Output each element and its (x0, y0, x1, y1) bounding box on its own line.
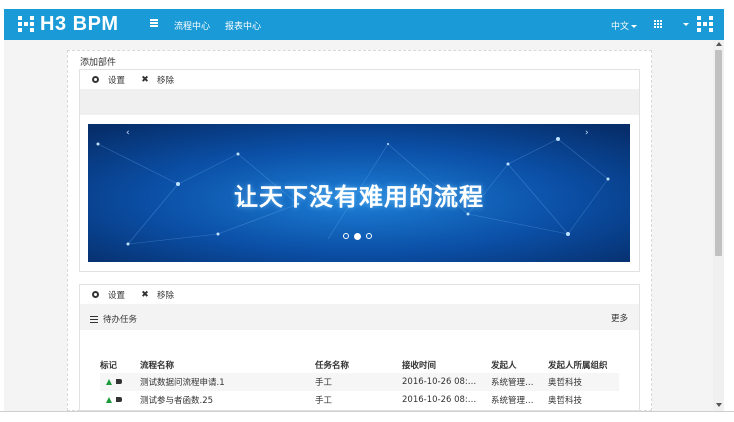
table-cell: 2016-10-26 08:… (402, 373, 491, 391)
column-header: 标记 (100, 360, 118, 371)
todo-header: 待办任务 更多 (80, 304, 639, 330)
gear-icon (92, 291, 99, 298)
horn-icon (116, 397, 122, 402)
column-header: 接收时间 (402, 360, 437, 371)
table-header-row: 标记 流程名称 任务名称 接收时间 发起人 发起人所属组织 (100, 356, 619, 373)
apps-grid-icon[interactable] (654, 20, 662, 28)
logo[interactable]: H3 BPM (18, 12, 119, 35)
table-cell[interactable]: 测试数据问流程申请.1 (140, 373, 315, 391)
top-navbar: H3 BPM 流程中心 报表中心 中文 (4, 9, 724, 40)
carousel-dot-active[interactable] (354, 233, 361, 240)
flag-cell (100, 391, 140, 409)
chevron-down-icon[interactable] (683, 23, 689, 26)
column-header: 发起人所属组织 (548, 360, 608, 371)
banner-slogan: 让天下没有难用的流程 (234, 183, 484, 211)
more-link[interactable]: 更多 (611, 312, 628, 324)
table-row[interactable]: 测试参与者函数.25 手工 2016-10-26 08:… 系统管理… 奥哲科技 (100, 391, 619, 409)
user-icon[interactable] (697, 16, 713, 32)
carousel-dot[interactable] (366, 233, 372, 239)
settings-button[interactable]: 设置 (92, 289, 125, 301)
remove-label: 移除 (157, 75, 175, 86)
flag-cell (100, 373, 140, 391)
table-cell: 奥哲科技 (548, 396, 583, 406)
language-label: 中文 (611, 22, 630, 32)
tree-icon (106, 378, 112, 385)
column-header: 发起人 (491, 360, 517, 371)
scroll-up-icon[interactable] (716, 42, 722, 46)
logo-mark-icon (18, 16, 34, 32)
todo-title-label: 待办任务 (103, 315, 138, 325)
todo-table: 标记 流程名称 任务名称 接收时间 发起人 发起人所属组织 测试数据问流程申请.… (100, 356, 619, 409)
banner-carousel[interactable]: ‹ › 让天下没有难用的流程 (88, 124, 630, 262)
table-cell: 手工 (315, 373, 402, 391)
remove-button[interactable]: ✖ 移除 (141, 74, 174, 86)
table-cell: 2016-10-26 08:… (402, 395, 477, 405)
remove-label: 移除 (157, 290, 175, 301)
table-cell: 系统管理… (491, 373, 548, 391)
add-widget-link[interactable]: 添加部件 (80, 55, 116, 68)
scroll-down-icon[interactable] (716, 403, 722, 407)
close-icon: ✖ (141, 289, 149, 300)
column-header: 流程名称 (140, 360, 175, 371)
horn-icon (116, 379, 122, 384)
widget-header-strip (80, 89, 639, 115)
logo-text: H3 BPM (40, 12, 119, 35)
widget-toolbar: 设置 ✖ 移除 (80, 285, 639, 304)
settings-button[interactable]: 设置 (92, 74, 125, 86)
nav-link-report-center[interactable]: 报表中心 (225, 19, 261, 32)
table-row[interactable]: 测试数据问流程申请.1 手工 2016-10-26 08:… 系统管理… 奥哲科… (100, 373, 619, 391)
table-cell: 手工 (315, 396, 333, 406)
list-icon (90, 315, 98, 323)
menu-icon[interactable] (150, 19, 158, 27)
chevron-down-icon (631, 25, 638, 28)
todo-title: 待办任务 (90, 313, 137, 325)
carousel-indicators (343, 233, 372, 240)
nav-link-process-center[interactable]: 流程中心 (174, 19, 210, 32)
vertical-scrollbar[interactable] (713, 40, 724, 411)
tree-icon (106, 396, 112, 403)
table-cell[interactable]: 测试参与者函数.25 (140, 391, 315, 409)
carousel-dot[interactable] (343, 233, 349, 239)
carousel-prev-button[interactable]: ‹ (126, 128, 130, 138)
gear-icon (92, 76, 99, 83)
remove-button[interactable]: ✖ 移除 (141, 289, 174, 301)
divider (0, 411, 734, 412)
widget-toolbar: 设置 ✖ 移除 (80, 70, 639, 89)
column-header: 任务名称 (315, 360, 350, 371)
table-cell: 奥哲科技 (548, 373, 619, 391)
language-select[interactable]: 中文 (611, 19, 638, 32)
todo-widget: 设置 ✖ 移除 待办任务 更多 标记 流程名称 任务名称 接收时间 发起人 发起人… (79, 284, 640, 411)
carousel-next-button[interactable]: › (585, 128, 589, 138)
table-cell: 系统管理… (491, 396, 534, 406)
settings-label: 设置 (108, 290, 126, 301)
close-icon: ✖ (141, 74, 149, 85)
scroll-thumb[interactable] (715, 50, 722, 256)
settings-label: 设置 (108, 75, 126, 86)
